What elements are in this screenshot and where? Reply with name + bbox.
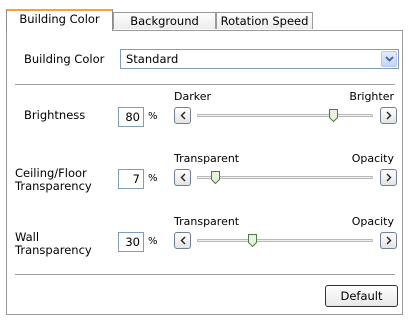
chevron-left-icon — [180, 111, 185, 120]
tab-strip: Building Color Background Rotation Speed — [6, 9, 404, 31]
ceiling-floor-left-label: Transparent — [174, 152, 240, 165]
wall-right-label: Opacity — [351, 215, 394, 228]
wall-decrease-button[interactable] — [174, 232, 191, 249]
wall-percent-sign: % — [148, 236, 158, 247]
ceiling-floor-slider-thumb[interactable] — [211, 171, 221, 184]
ceiling-floor-label-line2: Transparency — [15, 179, 92, 193]
building-color-label: Building Color — [24, 52, 105, 66]
brightness-input[interactable]: 80 — [118, 107, 144, 127]
ceiling-floor-right-label: Opacity — [351, 152, 394, 165]
ceiling-floor-decrease-button[interactable] — [174, 169, 191, 186]
brightness-left-label: Darker — [174, 90, 212, 103]
separator — [15, 274, 395, 275]
brightness-percent-sign: % — [148, 111, 158, 122]
wall-transparency-label: Wall Transparency — [15, 231, 92, 257]
tab-background[interactable]: Background — [113, 12, 216, 29]
settings-panel: Building Color Standard Brightness 80 % … — [6, 30, 403, 315]
chevron-left-icon — [180, 173, 185, 182]
default-button[interactable]: Default — [325, 285, 398, 307]
tab-rotation-speed[interactable]: Rotation Speed — [216, 12, 313, 29]
tab-building-color[interactable]: Building Color — [6, 9, 113, 31]
chevron-right-icon — [386, 173, 391, 182]
wall-slider-track[interactable] — [197, 239, 373, 242]
ceiling-floor-percent-sign: % — [148, 173, 158, 184]
chevron-down-icon[interactable] — [381, 51, 397, 67]
ceiling-floor-slider-track[interactable] — [197, 176, 373, 179]
brightness-right-label: Brighter — [349, 90, 394, 103]
brightness-slider-thumb[interactable] — [328, 109, 338, 122]
chevron-right-icon — [386, 111, 391, 120]
ceiling-floor-increase-button[interactable] — [380, 169, 397, 186]
chevron-right-icon — [386, 236, 391, 245]
brightness-label: Brightness — [24, 108, 86, 122]
chevron-left-icon — [180, 236, 185, 245]
wall-left-label: Transparent — [174, 215, 240, 228]
brightness-increase-button[interactable] — [380, 107, 397, 124]
ceiling-floor-transparency-label: Ceiling/Floor Transparency — [15, 167, 92, 193]
building-color-value: Standard — [126, 52, 179, 66]
wall-slider-thumb[interactable] — [248, 234, 258, 247]
brightness-slider-track[interactable] — [197, 114, 373, 117]
building-color-select[interactable]: Standard — [120, 49, 399, 69]
ceiling-floor-transparency-input[interactable]: 7 — [118, 169, 144, 189]
wall-increase-button[interactable] — [380, 232, 397, 249]
wall-transparency-input[interactable]: 30 — [118, 232, 144, 252]
separator — [15, 84, 395, 85]
brightness-decrease-button[interactable] — [174, 107, 191, 124]
wall-label-line2: Transparency — [15, 243, 92, 257]
